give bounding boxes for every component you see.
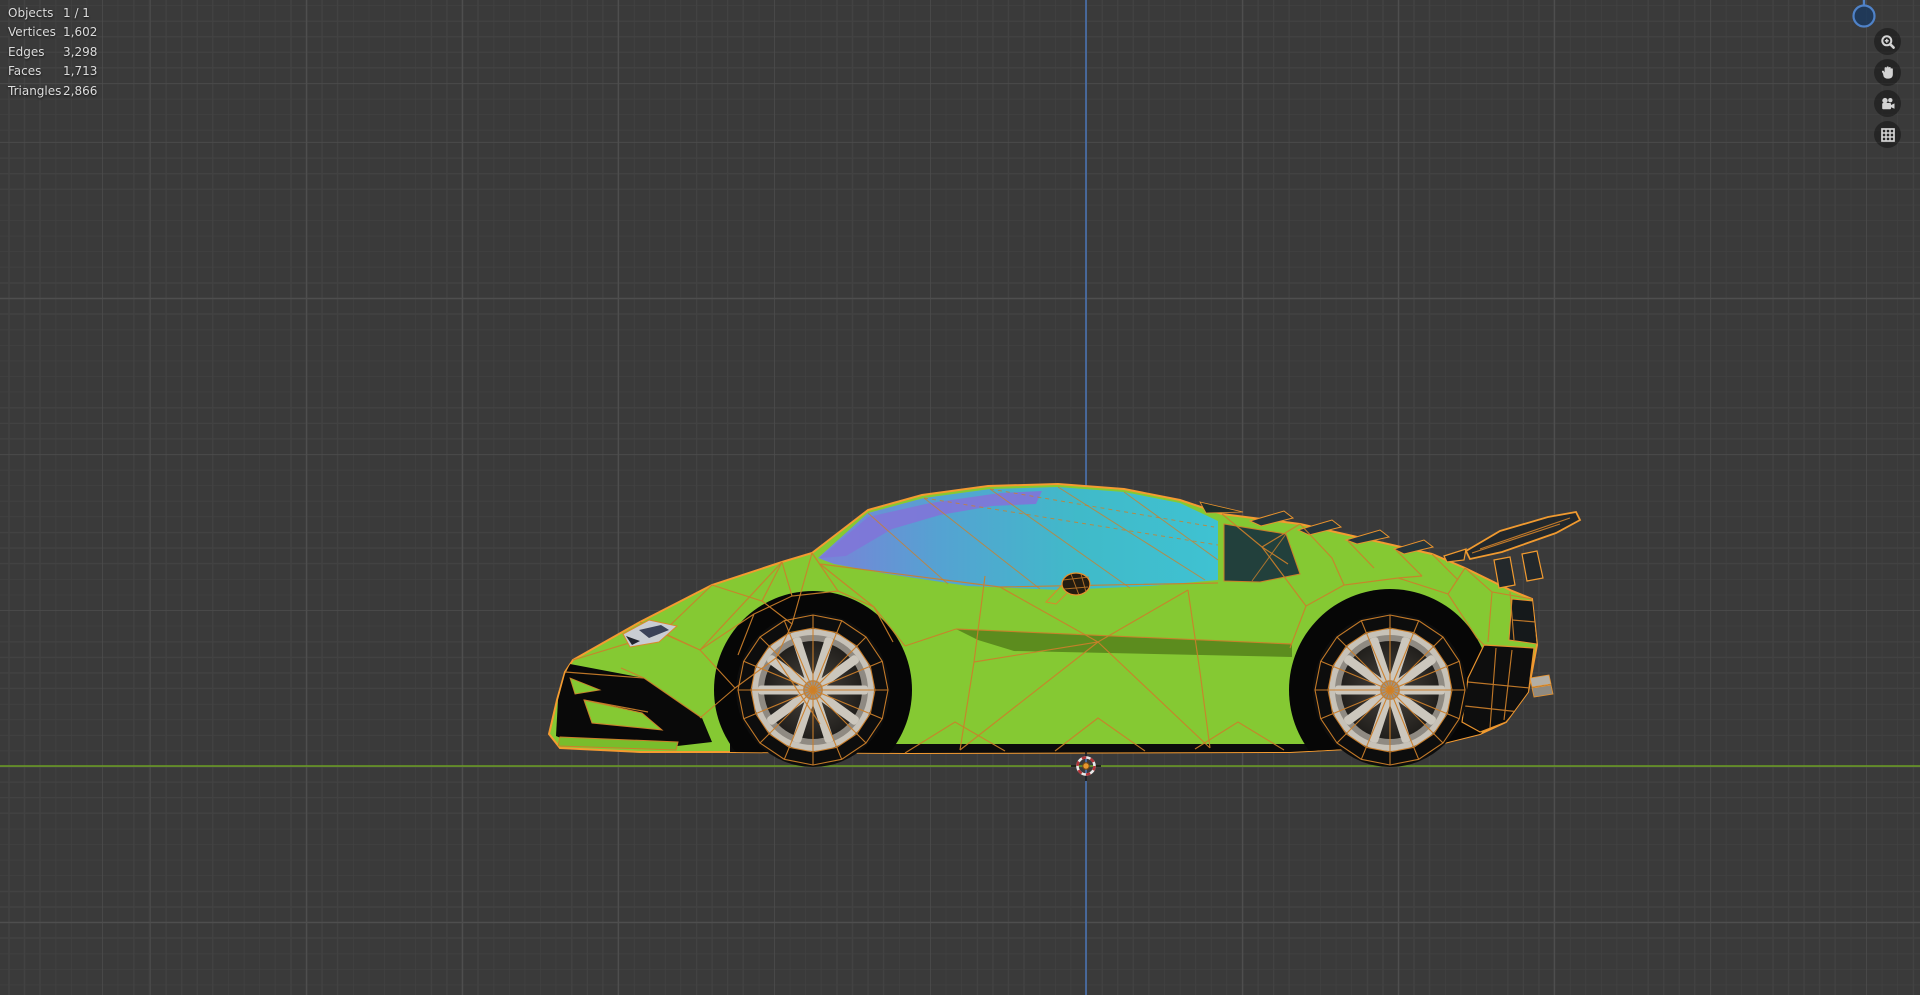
stat-label: Edges — [8, 44, 45, 59]
stat-value: 3,298 — [63, 44, 98, 59]
grid-icon — [1880, 127, 1895, 142]
stat-vertices: Vertices 1,602 — [8, 25, 97, 44]
object-origin-dot — [1082, 762, 1090, 770]
axis-ball-icon[interactable] — [1852, 4, 1876, 28]
stat-value: 1,602 — [63, 25, 98, 40]
3d-cursor — [1071, 751, 1101, 781]
stat-label: Faces — [8, 64, 42, 79]
zoom-button[interactable] — [1874, 28, 1901, 55]
front-wheel — [735, 612, 891, 768]
magnifier-plus-icon — [1880, 34, 1895, 49]
pan-button[interactable] — [1874, 59, 1901, 86]
stat-value: 1 / 1 — [63, 6, 90, 20]
stat-value: 2,866 — [63, 83, 98, 98]
viewport-controls — [1874, 28, 1901, 148]
stat-value: 1,713 — [63, 64, 98, 79]
navigation-gizmo[interactable] — [1847, 0, 1881, 30]
car-model[interactable] — [548, 483, 1582, 791]
stat-faces: Faces 1,713 — [8, 64, 97, 83]
stat-label: Triangles — [8, 83, 62, 98]
rear-wheel — [1312, 612, 1468, 768]
hand-icon — [1881, 66, 1893, 79]
camera-icon — [1881, 97, 1894, 109]
camera-view-button[interactable] — [1874, 90, 1901, 117]
stat-label: Objects — [8, 6, 54, 20]
viewport-canvas[interactable] — [0, 0, 1920, 995]
stat-edges: Edges 3,298 — [8, 45, 97, 64]
statistics-overlay: Objects 1 / 1 Vertices 1,602 Edges 3,298… — [8, 6, 97, 103]
roof-scoop — [1199, 501, 1244, 514]
stat-triangles: Triangles 2,866 — [8, 84, 97, 103]
grid-toggle-button[interactable] — [1874, 121, 1901, 148]
stat-objects: Objects 1 / 1 — [8, 6, 97, 25]
stat-label: Vertices — [8, 25, 56, 40]
blender-3d-viewport[interactable]: Objects 1 / 1 Vertices 1,602 Edges 3,298… — [0, 0, 1920, 995]
exhaust-tips — [1529, 674, 1554, 698]
